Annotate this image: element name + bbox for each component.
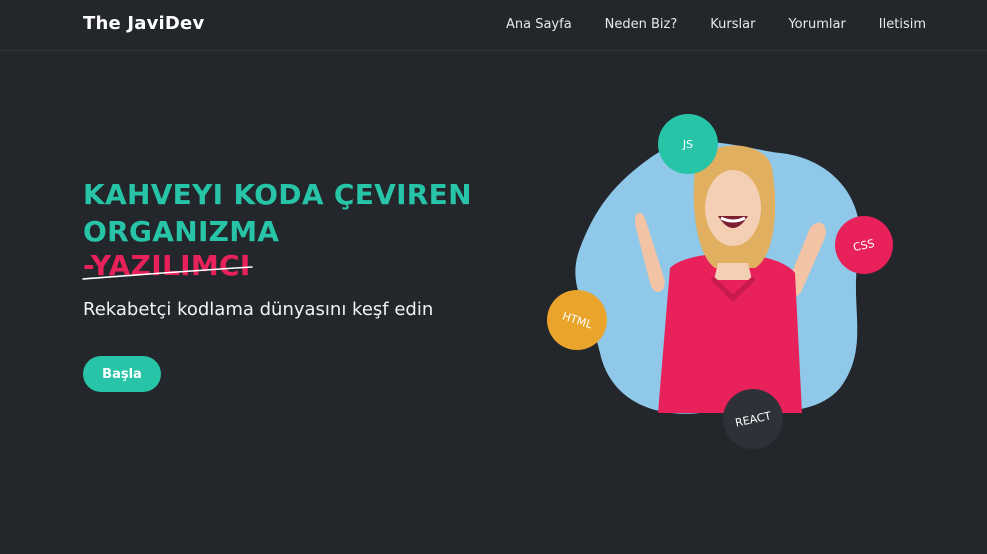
nav-link-ana-sayfa[interactable]: Ana Sayfa [506,17,572,32]
hero-title-line-2: ORGANIZMA [83,215,280,248]
hero-title: KAHVEYI KODA ÇEVIREN ORGANIZMA [83,176,472,250]
css-badge: CSS [835,216,893,274]
hero-subtitle: Rekabetçi kodlama dünyasını keşf edin [83,299,434,320]
nav-link-iletisim[interactable]: Iletisim [879,17,926,32]
nav-link-neden-biz[interactable]: Neden Biz? [605,17,678,32]
js-badge: JS [658,114,718,174]
hero-title-line-1: KAHVEYI KODA ÇEVIREN [83,178,472,211]
start-button[interactable]: Başla [83,356,161,392]
underline-squiggle [82,266,253,280]
nav-links: Ana Sayfa Neden Biz? Kurslar Yorumlar Il… [506,17,926,32]
html-badge: HTML [547,290,607,350]
hero-illustration: JS CSS HTML REACT [540,108,910,458]
react-badge: REACT [723,389,783,449]
nav-link-kurslar[interactable]: Kurslar [710,17,755,32]
navbar: The JaviDev Ana Sayfa Neden Biz? Kurslar… [0,0,987,51]
nav-link-yorumlar[interactable]: Yorumlar [788,17,845,32]
logo[interactable]: The JaviDev [83,13,204,34]
